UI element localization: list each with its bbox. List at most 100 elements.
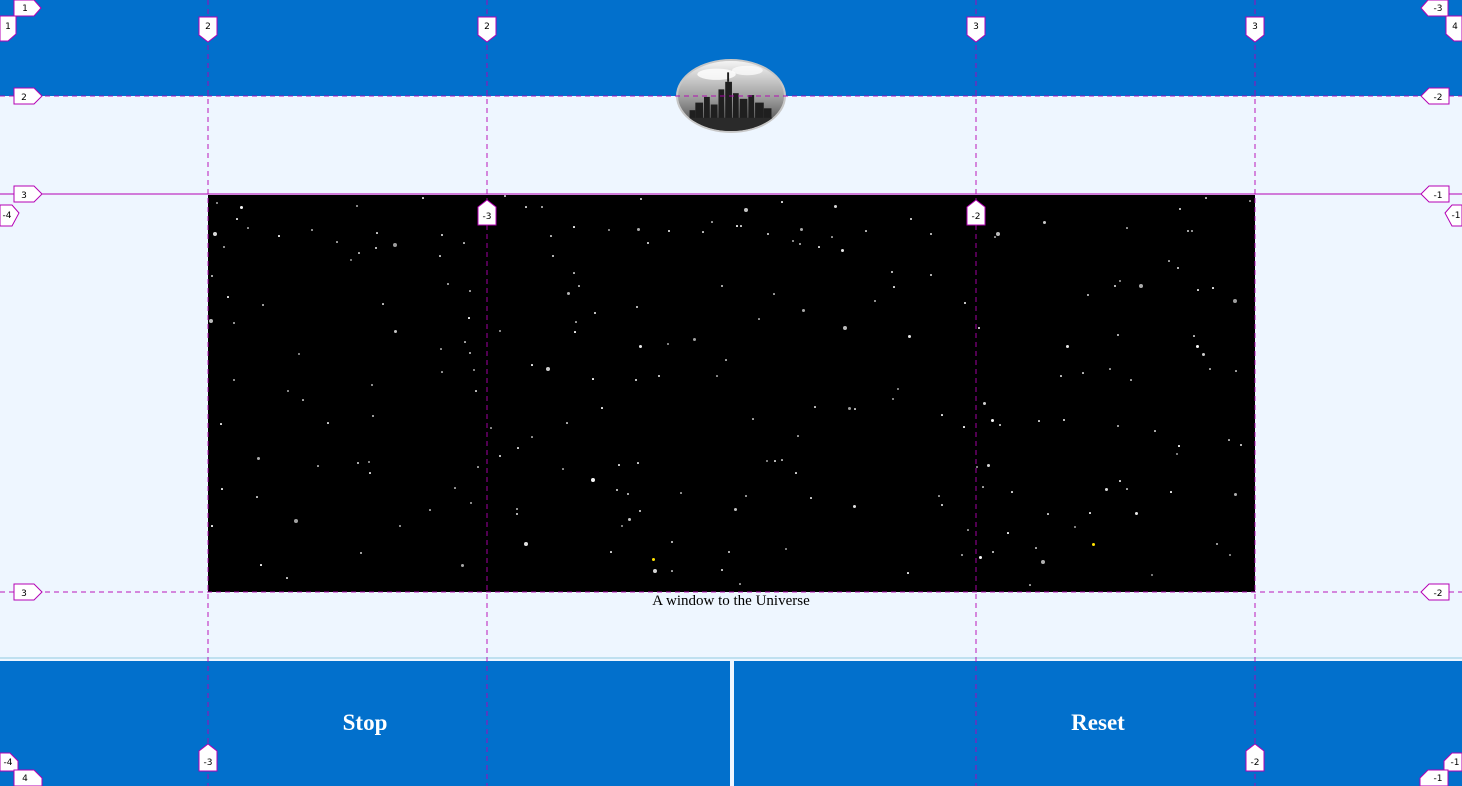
star [247, 227, 249, 229]
star [376, 232, 378, 234]
star [910, 218, 912, 220]
star [1029, 584, 1031, 586]
star [1038, 420, 1040, 422]
star [286, 577, 288, 579]
star [336, 241, 338, 243]
star [1011, 491, 1013, 493]
stop-button[interactable]: Stop [0, 661, 730, 786]
star [636, 306, 638, 308]
guide-marker: 3 [13, 185, 43, 203]
star [653, 569, 657, 573]
star [592, 378, 594, 380]
star [640, 198, 642, 200]
star [1117, 425, 1119, 427]
star [891, 271, 893, 273]
star [260, 564, 262, 566]
star [668, 230, 670, 232]
star [393, 243, 397, 247]
star [468, 317, 470, 319]
star [961, 554, 963, 556]
star [1089, 512, 1091, 514]
star [941, 414, 943, 416]
star [693, 338, 696, 341]
star [843, 326, 847, 330]
star [810, 497, 812, 499]
star [667, 343, 669, 345]
star [721, 569, 723, 571]
star [1105, 488, 1108, 491]
star [996, 232, 1000, 236]
star [637, 228, 640, 231]
star [799, 243, 801, 245]
star [439, 255, 441, 257]
star [469, 290, 471, 292]
star [516, 508, 518, 510]
star [594, 312, 596, 314]
star [797, 435, 799, 437]
star [740, 225, 742, 227]
star [938, 495, 940, 497]
star [454, 487, 456, 489]
star [999, 424, 1001, 426]
star [211, 275, 213, 277]
star [711, 221, 713, 223]
star [477, 466, 479, 468]
star [469, 352, 471, 354]
star [716, 375, 718, 377]
star [774, 460, 776, 462]
star [525, 206, 527, 208]
star [802, 309, 805, 312]
star [1126, 227, 1128, 229]
star [546, 367, 550, 371]
star [221, 488, 223, 490]
star [834, 205, 837, 208]
star [358, 252, 360, 254]
star [647, 242, 649, 244]
star [531, 436, 533, 438]
star [1063, 419, 1065, 421]
star [1197, 289, 1199, 291]
star [240, 206, 243, 209]
city-skyline-logo [676, 59, 786, 133]
star [256, 496, 258, 498]
star [745, 495, 747, 497]
star [637, 462, 639, 464]
star [357, 462, 359, 464]
star [1212, 287, 1214, 289]
star [639, 345, 642, 348]
star [1187, 230, 1189, 232]
star [1177, 267, 1179, 269]
star [907, 572, 909, 574]
star [209, 319, 213, 323]
star [262, 304, 264, 306]
star [1087, 294, 1089, 296]
star [1119, 480, 1121, 482]
star [578, 285, 580, 287]
star [1193, 335, 1195, 337]
star [1229, 554, 1231, 556]
star [865, 230, 867, 232]
star [490, 427, 492, 429]
star [350, 259, 352, 261]
star [1035, 547, 1037, 549]
star [516, 513, 518, 515]
star [635, 379, 637, 381]
star [220, 423, 222, 425]
star [475, 390, 477, 392]
svg-text:-1: -1 [1434, 191, 1443, 201]
star [831, 236, 833, 238]
reset-button[interactable]: Reset [734, 661, 1462, 786]
star [725, 359, 727, 361]
star [979, 556, 982, 559]
star [541, 206, 543, 208]
star [702, 231, 704, 233]
star [356, 205, 358, 207]
guide-marker: -4 [0, 204, 20, 227]
star [227, 296, 229, 298]
star [233, 379, 235, 381]
star-highlight [652, 558, 655, 561]
star [874, 300, 876, 302]
star [372, 415, 374, 417]
star [967, 529, 969, 531]
star [621, 525, 623, 527]
